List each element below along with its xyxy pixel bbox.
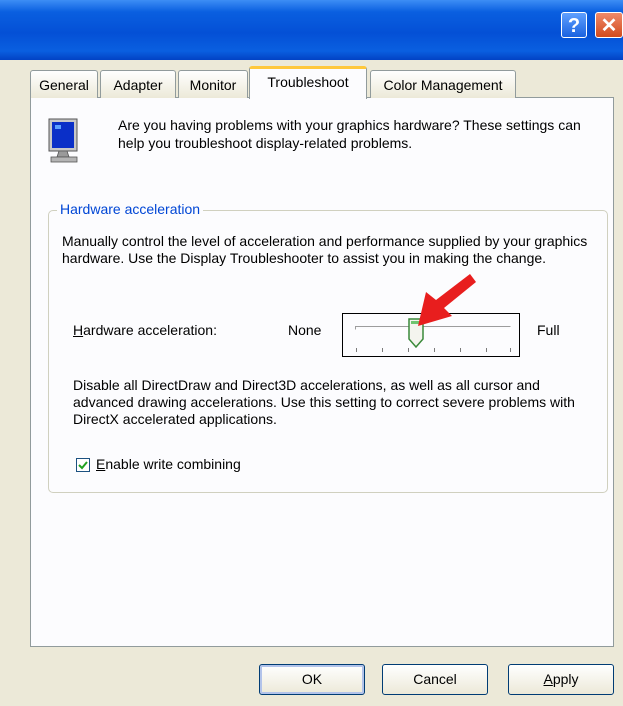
ok-button[interactable]: OK — [259, 664, 365, 695]
group-description: Manually control the level of accelerati… — [62, 233, 588, 266]
monitor-icon — [48, 118, 78, 163]
cancel-button[interactable]: Cancel — [382, 664, 488, 695]
checkbox-label-mnemonic: E — [96, 456, 106, 472]
checkmark-icon — [78, 461, 88, 470]
apply-button[interactable]: Apply — [508, 664, 614, 695]
slider-tick — [408, 348, 409, 352]
slider-label-rest: ardware acceleration: — [83, 322, 217, 338]
write-combining-checkbox[interactable] — [76, 458, 90, 472]
tab-color-management[interactable]: Color Management — [370, 70, 516, 98]
slider-min-label: None — [288, 322, 322, 338]
slider-tick — [382, 348, 383, 352]
title-bar: ? ✕ — [0, 0, 623, 60]
display-properties-window: ? ✕ General Adapter Monitor Troubleshoot… — [0, 0, 623, 706]
slider-tick — [486, 348, 487, 352]
apply-mnemonic: A — [543, 671, 553, 687]
slider-tick — [510, 348, 511, 352]
checkbox-label-rest: nable write combining — [105, 456, 241, 472]
slider-tick — [434, 348, 435, 352]
slider-max-label: Full — [537, 322, 560, 338]
slider-tick — [356, 348, 357, 352]
slider-label: Hardware acceleration: — [73, 322, 217, 338]
apply-label-rest: pply — [552, 671, 579, 687]
tab-troubleshoot[interactable]: Troubleshoot — [249, 66, 367, 99]
red-arrow-icon — [418, 274, 476, 326]
tab-monitor[interactable]: Monitor — [178, 70, 248, 98]
close-button[interactable]: ✕ — [595, 12, 623, 38]
slider-tick — [460, 348, 461, 352]
help-button[interactable]: ? — [561, 12, 587, 38]
tab-general[interactable]: General — [30, 70, 98, 98]
write-combining-label[interactable]: Enable write combining — [96, 456, 241, 472]
intro-text: Are you having problems with your graphi… — [118, 117, 581, 151]
group-title: Hardware acceleration — [57, 201, 204, 217]
level-description: Disable all DirectDraw and Direct3D acce… — [73, 377, 575, 427]
tab-adapter[interactable]: Adapter — [100, 70, 176, 98]
slider-label-mnemonic: H — [73, 322, 84, 338]
